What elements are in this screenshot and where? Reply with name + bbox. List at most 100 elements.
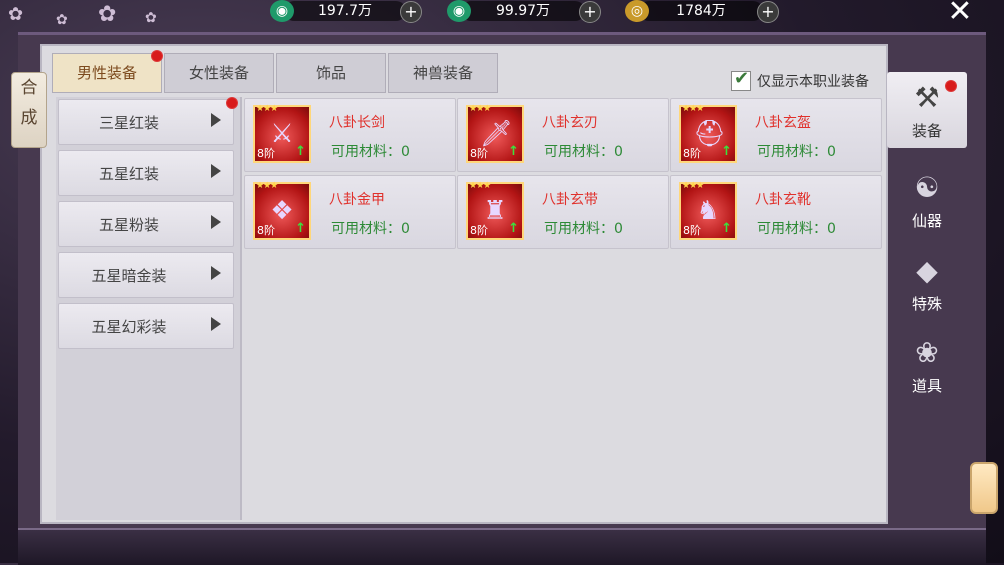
equipment-card[interactable]: ★★★ ♞ 8阶 ↑ 八卦玄靴 可用材料：0 xyxy=(670,175,882,249)
item-material: 可用材料：0 xyxy=(331,221,410,237)
checkmark-icon: ✔ xyxy=(734,68,750,89)
equipment-card[interactable]: ★★★ 🗡 8阶 ↑ 八卦玄刃 可用材料：0 xyxy=(457,98,669,172)
add-jade-button[interactable]: + xyxy=(400,1,422,23)
equipment-card[interactable]: ★★★ ⚔ 8阶 ↑ 八卦长剑 可用材料：0 xyxy=(244,98,456,172)
item-level: 8阶 xyxy=(257,224,275,237)
star-rating-icon: ★★★ xyxy=(682,181,704,191)
nav-artifact[interactable]: ☯ 仙器 xyxy=(887,162,967,238)
equipment-card[interactable]: ★★★ ❖ 8阶 ↑ 八卦金甲 可用材料：0 xyxy=(244,175,456,249)
category-label: 五星幻彩装 xyxy=(91,318,167,336)
upgrade-arrow-icon: ↑ xyxy=(721,144,732,159)
category-item[interactable]: 五星红装 xyxy=(58,150,234,196)
star-rating-icon: ★★★ xyxy=(682,104,704,114)
lantern-decoration xyxy=(970,462,998,514)
tab-female-equipment[interactable]: 女性装备 xyxy=(164,53,274,93)
side-tab-char: 成 xyxy=(20,108,38,128)
item-material: 可用材料：0 xyxy=(757,144,836,160)
add-locked-jade-button[interactable]: + xyxy=(579,1,601,23)
currency-gold-value: 1784万 xyxy=(639,1,763,21)
category-item[interactable]: 五星幻彩装 xyxy=(58,303,234,349)
upgrade-arrow-icon: ↑ xyxy=(295,221,306,236)
currency-jade-value: 197.7万 xyxy=(284,1,406,21)
item-level: 8阶 xyxy=(257,147,275,160)
item-name: 八卦玄盔 xyxy=(755,115,811,131)
nav-label: 道具 xyxy=(911,377,942,395)
caret-right-icon xyxy=(211,215,221,229)
star-rating-icon: ★★★ xyxy=(256,104,278,114)
gold-coin-icon: ◎ xyxy=(625,0,649,22)
item-material: 可用材料：0 xyxy=(544,221,623,237)
boots-icon: ★★★ ♞ 8阶 ↑ xyxy=(679,181,737,240)
add-gold-button[interactable]: + xyxy=(757,1,779,23)
item-name: 八卦玄靴 xyxy=(755,192,811,208)
nav-label: 特殊 xyxy=(911,295,942,313)
belt-icon: ★★★ ♜ 8阶 ↑ xyxy=(466,181,524,240)
item-material: 可用材料：0 xyxy=(757,221,836,237)
locked-jade-icon: ◉ xyxy=(447,0,471,22)
item-material: 可用材料：0 xyxy=(331,144,410,160)
tab-label: 男性装备 xyxy=(76,64,137,82)
class-filter-label: 仅显示本职业装备 xyxy=(757,74,869,90)
item-level: 8阶 xyxy=(683,147,701,160)
upgrade-arrow-icon: ↑ xyxy=(508,144,519,159)
blade-icon: ★★★ 🗡 8阶 ↑ xyxy=(466,104,524,163)
armor-icon: ★★★ ❖ 8阶 ↑ xyxy=(253,181,311,240)
nav-items[interactable]: ❀ 道具 xyxy=(887,327,967,403)
upgrade-arrow-icon: ↑ xyxy=(721,221,732,236)
sword-icon: ★★★ ⚔ 8阶 ↑ xyxy=(253,104,311,163)
side-tab-synthesis[interactable]: 合 成 xyxy=(11,72,47,148)
caret-right-icon xyxy=(211,266,221,280)
notification-dot xyxy=(151,50,163,62)
currency-locked-jade: 99.97万 ◉ + xyxy=(447,0,607,23)
caret-right-icon xyxy=(211,317,221,331)
caret-right-icon xyxy=(211,113,221,127)
close-icon[interactable]: ✕ xyxy=(946,0,974,27)
nav-label: 装备 xyxy=(911,122,942,140)
upgrade-arrow-icon: ↑ xyxy=(295,144,306,159)
category-item[interactable]: 五星暗金装 xyxy=(58,252,234,298)
notification-dot xyxy=(945,80,957,92)
star-rating-icon: ★★★ xyxy=(469,104,491,114)
currency-bar: 197.7万 ◉ + 99.97万 ◉ + 1784万 ◎ + ✕ xyxy=(0,0,1004,27)
side-tab-char: 合 xyxy=(20,78,38,98)
item-level: 8阶 xyxy=(470,224,488,237)
category-label: 五星粉装 xyxy=(98,216,159,234)
tab-label: 女性装备 xyxy=(188,64,249,82)
equipment-card[interactable]: ★★★ ♜ 8阶 ↑ 八卦玄带 可用材料：0 xyxy=(457,175,669,249)
hammer-icon: ⚒ xyxy=(914,81,940,114)
tab-beast-equipment[interactable]: 神兽装备 xyxy=(388,53,498,93)
item-level: 8阶 xyxy=(683,224,701,237)
jade-coin-icon: ◉ xyxy=(270,0,294,22)
tab-accessories[interactable]: 饰品 xyxy=(276,53,386,93)
category-item[interactable]: 五星粉装 xyxy=(58,201,234,247)
star-rating-icon: ★★★ xyxy=(469,181,491,191)
category-label: 三星红装 xyxy=(98,114,159,132)
tab-male-equipment[interactable]: 男性装备 xyxy=(52,53,162,93)
nav-label: 仙器 xyxy=(911,212,942,230)
item-name: 八卦长剑 xyxy=(329,115,385,131)
equipment-card[interactable]: ★★★ ⛑ 8阶 ↑ 八卦玄盔 可用材料：0 xyxy=(670,98,882,172)
artifact-icon: ☯ xyxy=(914,171,940,204)
item-level: 8阶 xyxy=(470,147,488,160)
category-item[interactable]: 三星红装 xyxy=(58,99,234,145)
bottom-rail xyxy=(18,528,986,565)
notification-dot xyxy=(226,97,238,109)
class-filter-checkbox[interactable]: ✔ xyxy=(731,68,751,91)
category-label: 五星暗金装 xyxy=(91,267,167,285)
currency-gold: 1784万 ◎ + xyxy=(625,0,785,23)
gem-icon: ◆ xyxy=(916,254,938,287)
currency-locked-jade-value: 99.97万 xyxy=(461,1,585,21)
nav-special[interactable]: ◆ 特殊 xyxy=(887,245,967,321)
item-name: 八卦玄刃 xyxy=(542,115,598,131)
tab-label: 神兽装备 xyxy=(412,64,473,82)
scroll-icon: ❀ xyxy=(915,336,939,369)
upgrade-arrow-icon: ↑ xyxy=(508,221,519,236)
item-material: 可用材料：0 xyxy=(544,144,623,160)
category-label: 五星红装 xyxy=(98,165,159,183)
helmet-icon: ★★★ ⛑ 8阶 ↑ xyxy=(679,104,737,163)
tab-label: 饰品 xyxy=(315,64,346,82)
caret-right-icon xyxy=(211,164,221,178)
star-rating-icon: ★★★ xyxy=(256,181,278,191)
currency-jade: 197.7万 ◉ + xyxy=(270,0,430,23)
right-nav: ⚒ 装备 ☯ 仙器 ◆ 特殊 ❀ 道具 xyxy=(887,70,969,400)
